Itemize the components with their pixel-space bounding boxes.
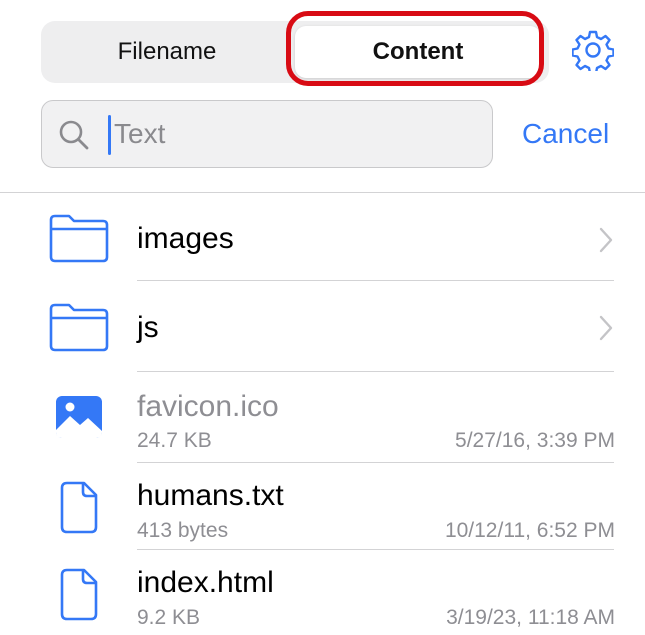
image-file-icon bbox=[56, 396, 102, 438]
file-name: humans.txt bbox=[137, 479, 284, 512]
segment-filename[interactable]: Filename bbox=[41, 21, 293, 83]
file-row-humans[interactable]: humans.txt 413 bytes 10/12/11, 6:52 PM bbox=[0, 463, 645, 549]
file-name: index.html bbox=[137, 566, 274, 599]
folder-icon bbox=[49, 303, 109, 352]
file-size: 9.2 KB bbox=[137, 606, 201, 629]
file-name: favicon.ico bbox=[137, 390, 279, 423]
file-size: 413 bytes bbox=[137, 519, 229, 542]
file-row-images[interactable]: images bbox=[0, 192, 645, 280]
file-row-js[interactable]: js bbox=[0, 281, 645, 371]
folder-icon bbox=[49, 214, 109, 263]
search-placeholder: Text bbox=[114, 118, 166, 149]
text-cursor bbox=[108, 115, 111, 155]
search-icon bbox=[59, 120, 89, 150]
search-field[interactable]: Text bbox=[41, 100, 493, 168]
file-date: 3/19/23, 11:18 AM bbox=[446, 606, 615, 629]
cancel-button[interactable]: Cancel bbox=[522, 118, 609, 150]
segment-content[interactable]: Content bbox=[295, 26, 541, 78]
file-row-index[interactable]: index.html 9.2 KB 3/19/23, 11:18 AM bbox=[0, 550, 645, 635]
file-name: js bbox=[137, 311, 159, 344]
document-icon bbox=[60, 481, 98, 534]
file-date: 10/12/11, 6:52 PM bbox=[444, 519, 615, 542]
gear-icon[interactable] bbox=[572, 29, 614, 71]
file-row-favicon[interactable]: favicon.ico 24.7 KB 5/27/16, 3:39 PM bbox=[0, 372, 645, 462]
document-icon bbox=[60, 568, 98, 621]
chevron-right-icon bbox=[599, 227, 613, 253]
search-mode-segmented-control: Filename Content bbox=[41, 21, 549, 83]
chevron-right-icon bbox=[599, 315, 613, 341]
file-name: images bbox=[137, 222, 234, 255]
file-date: 5/27/16, 3:39 PM bbox=[455, 429, 615, 452]
file-size: 24.7 KB bbox=[137, 429, 212, 452]
